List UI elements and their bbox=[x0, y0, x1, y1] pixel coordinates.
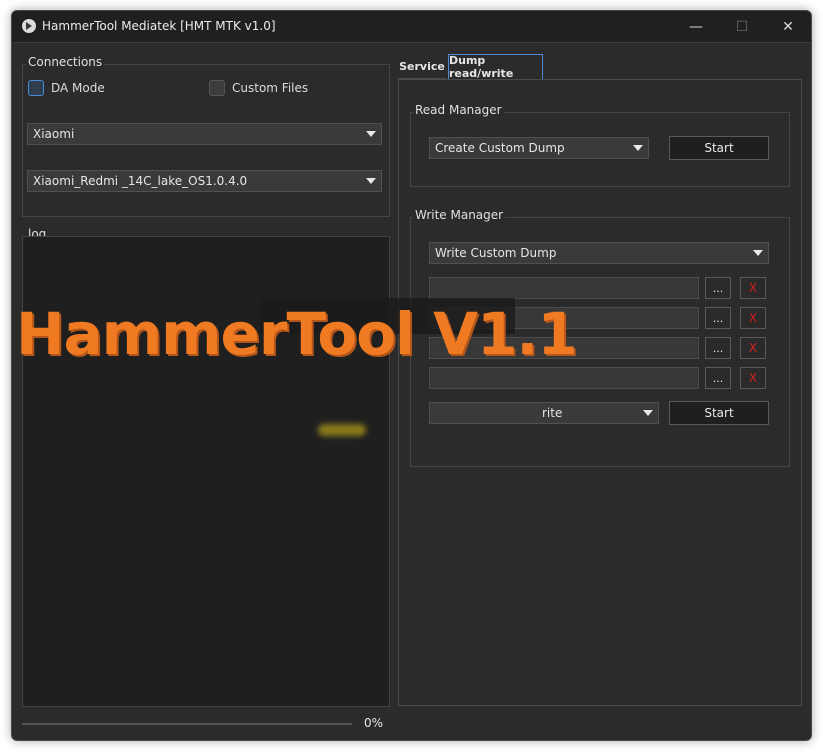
da-mode-box[interactable] bbox=[28, 80, 44, 96]
chevron-down-icon bbox=[753, 250, 763, 256]
close-icon: ✕ bbox=[782, 18, 794, 35]
close-button[interactable]: ✕ bbox=[765, 11, 811, 42]
write-start-button[interactable]: Start bbox=[669, 401, 769, 425]
title-bar: HammerTool Mediatek [HMT MTK v1.0] — ☐ ✕ bbox=[12, 11, 811, 43]
maximize-button[interactable]: ☐ bbox=[719, 11, 765, 42]
watermark-text: HammerTool V1.1 bbox=[16, 300, 578, 368]
custom-files-label: Custom Files bbox=[232, 81, 309, 95]
clear-button-3[interactable]: X bbox=[740, 337, 766, 359]
read-start-button[interactable]: Start bbox=[669, 136, 769, 160]
custom-files-checkbox[interactable]: Custom Files bbox=[209, 80, 308, 96]
tab-service[interactable]: Service bbox=[398, 54, 446, 79]
window-title: HammerTool Mediatek [HMT MTK v1.0] bbox=[42, 19, 276, 33]
blurred-blob bbox=[318, 424, 366, 436]
chevron-down-icon bbox=[633, 145, 643, 151]
browse-button-4[interactable]: ... bbox=[705, 367, 731, 389]
app-logo-icon bbox=[22, 19, 36, 33]
write-dump-select[interactable]: Write Custom Dump bbox=[429, 242, 769, 264]
minimize-button[interactable]: — bbox=[673, 11, 719, 42]
browse-button-3[interactable]: ... bbox=[705, 337, 731, 359]
brand-select-value: Xiaomi bbox=[33, 127, 75, 141]
chevron-down-icon bbox=[366, 131, 376, 137]
read-dump-select-value: Create Custom Dump bbox=[435, 141, 565, 155]
da-mode-checkbox[interactable]: DA Mode bbox=[28, 80, 105, 96]
read-manager-label: Read Manager bbox=[413, 103, 504, 117]
clear-button-2[interactable]: X bbox=[740, 307, 766, 329]
chevron-down-icon bbox=[643, 410, 653, 416]
tab-service-label: Service bbox=[399, 59, 445, 73]
browse-button-2[interactable]: ... bbox=[705, 307, 731, 329]
custom-files-box[interactable] bbox=[209, 80, 225, 96]
clear-button-4[interactable]: X bbox=[740, 367, 766, 389]
clear-button-1[interactable]: X bbox=[740, 277, 766, 299]
tab-dump-label: Dump read/write bbox=[449, 54, 514, 80]
read-dump-select[interactable]: Create Custom Dump bbox=[429, 137, 649, 159]
da-mode-label: DA Mode bbox=[51, 81, 105, 95]
brand-select[interactable]: Xiaomi bbox=[27, 123, 382, 145]
dump-tab-panel: Read Manager Create Custom Dump Start Wr… bbox=[398, 79, 802, 706]
model-select[interactable]: Xiaomi_Redmi _14C_lake_OS1.0.4.0 bbox=[27, 170, 382, 192]
connections-label: Connections bbox=[26, 55, 105, 69]
write-manager-label: Write Manager bbox=[413, 208, 506, 222]
progress-text: 0% bbox=[364, 716, 384, 730]
progress-bar bbox=[22, 723, 352, 725]
write-mode-select[interactable]: rite bbox=[429, 402, 659, 424]
browse-button-1[interactable]: ... bbox=[705, 277, 731, 299]
write-dump-select-value: Write Custom Dump bbox=[435, 246, 557, 260]
maximize-icon: ☐ bbox=[735, 18, 749, 35]
minimize-icon: — bbox=[689, 18, 703, 35]
model-select-value: Xiaomi_Redmi _14C_lake_OS1.0.4.0 bbox=[33, 174, 248, 188]
tab-dump-read-write[interactable]: Dump read/write bbox=[448, 54, 543, 80]
chevron-down-icon bbox=[366, 178, 376, 184]
write-file-field-1[interactable] bbox=[429, 277, 699, 299]
write-mode-select-value: rite bbox=[542, 406, 563, 420]
